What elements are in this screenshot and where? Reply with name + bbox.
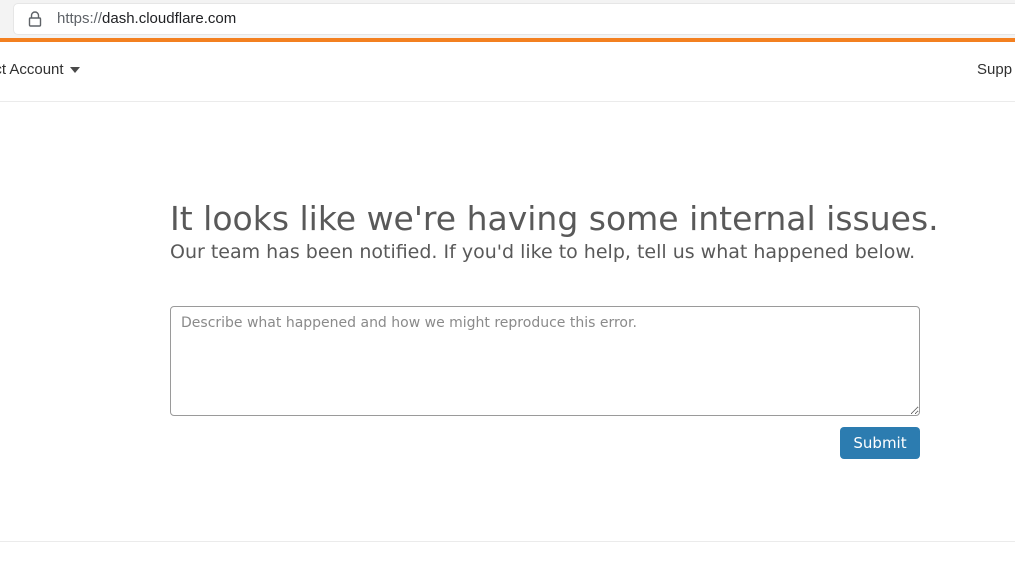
url-text: https://dash.cloudflare.com — [57, 10, 236, 28]
caret-down-icon — [69, 67, 80, 73]
lock-icon[interactable] — [28, 11, 42, 27]
url-scheme: https:// — [57, 10, 103, 27]
url-field[interactable]: https://dash.cloudflare.com — [14, 4, 1015, 34]
error-panel: It looks like we're having some internal… — [170, 199, 939, 459]
error-title: It looks like we're having some internal… — [170, 199, 939, 238]
page: https://dash.cloudflare.com ect Account … — [0, 0, 1015, 567]
footer-divider — [0, 541, 1015, 542]
url-host: dash.cloudflare.com — [102, 10, 237, 27]
account-selector-label: ect Account — [0, 61, 64, 78]
feedback-textarea[interactable] — [170, 306, 920, 416]
error-subtitle: Our team has been notified. If you'd lik… — [170, 241, 916, 263]
browser-address-bar: https://dash.cloudflare.com — [0, 0, 1015, 38]
app-header: ect Account Supp — [0, 42, 1015, 102]
support-link[interactable]: Supp — [977, 61, 1012, 78]
account-selector[interactable]: ect Account — [0, 61, 80, 78]
submit-button[interactable]: Submit — [840, 427, 920, 459]
